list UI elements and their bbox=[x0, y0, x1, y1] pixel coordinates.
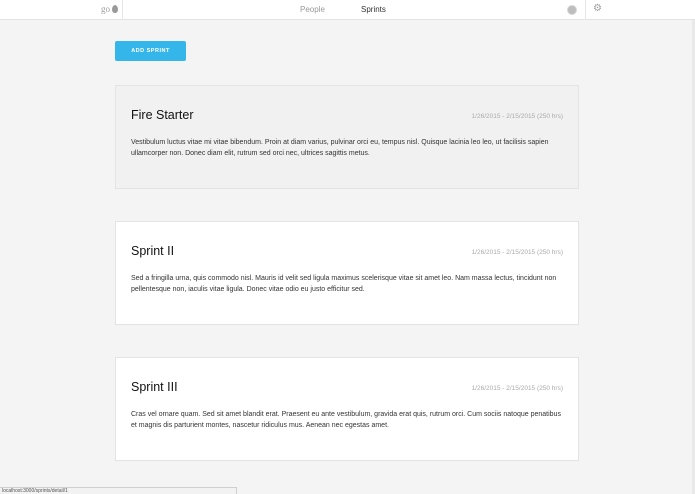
top-nav-bar: go People Sprints ⚙ bbox=[0, 0, 695, 20]
add-sprint-button[interactable]: ADD SPRINT bbox=[115, 41, 186, 61]
nav-link-sprints[interactable]: Sprints bbox=[361, 5, 386, 14]
nav-divider bbox=[585, 0, 586, 20]
sprint-card[interactable]: Sprint II 1/26/2015 - 2/15/2015 (250 hrs… bbox=[115, 221, 579, 325]
nav-link-people[interactable]: People bbox=[300, 5, 325, 14]
logo-text: go bbox=[101, 4, 110, 14]
sprint-title[interactable]: Fire Starter bbox=[131, 108, 194, 122]
status-bar-url: localhost:3000/sprints/detail/1 bbox=[0, 487, 237, 494]
sprint-card[interactable]: Sprint III 1/26/2015 - 2/15/2015 (250 hr… bbox=[115, 357, 579, 461]
sprint-card[interactable]: Fire Starter 1/26/2015 - 2/15/2015 (250 … bbox=[115, 85, 579, 189]
sprint-description: Vestibulum luctus vitae mi vitae bibendu… bbox=[131, 139, 549, 157]
sprint-title[interactable]: Sprint III bbox=[131, 380, 178, 394]
sprint-dates: 1/26/2015 - 2/15/2015 (250 hrs) bbox=[471, 113, 563, 120]
user-avatar[interactable] bbox=[567, 5, 577, 15]
sprint-description: Cras vel ornare quam. Sed sit amet bland… bbox=[131, 411, 561, 429]
sprint-title[interactable]: Sprint II bbox=[131, 244, 174, 258]
gear-icon[interactable]: ⚙ bbox=[593, 3, 602, 15]
logo[interactable]: go bbox=[0, 0, 123, 20]
drop-icon bbox=[112, 5, 118, 13]
sprint-dates: 1/26/2015 - 2/15/2015 (250 hrs) bbox=[471, 249, 563, 256]
sprint-description: Sed a fringilla urna, quis commodo nisl.… bbox=[131, 275, 557, 293]
sprint-dates: 1/26/2015 - 2/15/2015 (250 hrs) bbox=[471, 385, 563, 392]
